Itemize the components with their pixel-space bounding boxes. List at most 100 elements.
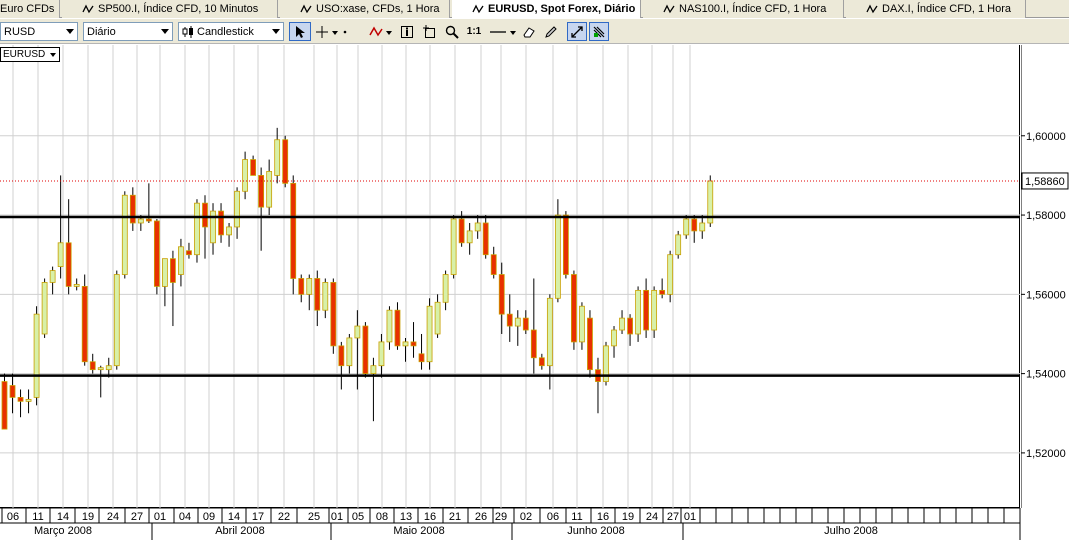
candle-body (306, 278, 313, 295)
time-tick-label: 13 (400, 511, 412, 523)
add-chart-button[interactable] (420, 22, 438, 41)
time-tick-label: 27 (131, 511, 143, 523)
candle-body (506, 313, 513, 327)
price-chart[interactable] (0, 45, 1020, 508)
time-tick-label: 05 (352, 511, 364, 523)
tab-1[interactable]: SP500.I, Índice CFD, 10 Minutos (62, 0, 278, 18)
timeframe-select[interactable]: Diário (83, 22, 173, 41)
candle-body (17, 397, 24, 402)
candle-body (394, 309, 401, 347)
price-axis[interactable]: 1,52000 1,54000 1,56000 1,58000 1,60000 1,588… (1020, 45, 1069, 508)
time-tick-label: 01 (684, 511, 696, 523)
indicator-icon (369, 25, 392, 36)
time-tick-label: 25 (308, 511, 320, 523)
autoscroll-icon (571, 25, 583, 38)
chart-type-select[interactable]: Candlestick (178, 22, 284, 41)
zoom-reset-button[interactable]: 1:1 (465, 22, 483, 41)
candle-body (178, 246, 184, 275)
price-axis-canvas: 1,52000 1,54000 1,56000 1,58000 1,60000 1,588… (1020, 45, 1069, 508)
candle-body (659, 289, 666, 295)
candle-body (667, 254, 674, 295)
candle-body (298, 278, 305, 295)
cursor-tool-button[interactable] (289, 22, 311, 41)
symbol-badge-label: EURUSD (3, 49, 46, 60)
candle-body (554, 214, 561, 299)
tab-label: DAX.I, Índice CFD, 1 Hora (882, 3, 1011, 15)
time-tick-label: 01 (331, 511, 343, 523)
candle-body (153, 220, 160, 287)
candle-body (474, 222, 481, 232)
tab-3[interactable]: EURUSD, Spot Forex, Diário (452, 0, 641, 18)
time-tick-label: 14 (57, 511, 69, 523)
candle-body (587, 317, 593, 371)
time-tick-label: 11 (32, 511, 43, 523)
candle-body (691, 218, 698, 232)
month-label: Maio 2008 (393, 525, 444, 537)
candle-body (354, 325, 361, 339)
candle-body (81, 286, 88, 363)
time-axis-canvas: 06 11 14 19 24 27 01 04 09 14 17 22 25 01 05 08 13 16 21 26… (0, 507, 1021, 540)
object-button[interactable] (398, 22, 416, 41)
time-tick-label: 17 (252, 511, 264, 523)
candle-body (49, 270, 56, 283)
chart-canvas (0, 45, 1020, 508)
candle-body (41, 282, 48, 335)
cursor-icon (296, 25, 305, 38)
tab-4[interactable]: NAS100.I, Índice CFD, 1 Hora (643, 0, 844, 18)
crosshair-tool-button[interactable] (314, 22, 340, 41)
candle-body (121, 194, 128, 275)
candle-body (571, 274, 577, 343)
pencil-icon (545, 25, 557, 38)
chart-type-select-value: Candlestick (197, 25, 254, 38)
properties-button[interactable] (542, 22, 560, 41)
month-label: Julho 2008 (824, 525, 878, 537)
month-label: Abril 2008 (215, 525, 265, 537)
month-label: Junho 2008 (567, 525, 625, 537)
symbol-select[interactable]: RUSD (0, 22, 78, 41)
symbol-badge[interactable]: EURUSD (0, 47, 61, 62)
candle-body (627, 317, 633, 335)
candle-body (105, 365, 112, 371)
candle-body (619, 317, 625, 331)
candle-body (530, 329, 537, 359)
candle-body (137, 218, 144, 224)
price-tick-label: 1,54000 (1026, 369, 1066, 381)
candle-body (410, 341, 417, 347)
candle-body (434, 301, 441, 335)
tab-2[interactable]: USO:xase, CFDs, 1 Hora (280, 0, 450, 18)
candle-body (651, 289, 658, 331)
chart-toolbar: RUSD Diário Candlestick 1:1 (0, 19, 1069, 44)
chart-tab-icon (663, 4, 675, 14)
candle-body (234, 190, 240, 228)
autoscroll-button[interactable] (567, 22, 587, 41)
candle-body (362, 325, 369, 375)
time-tick-label: 06 (7, 511, 19, 523)
chart-tab-icon (300, 4, 312, 14)
candle-body (113, 274, 120, 367)
candlestick-icon (182, 26, 193, 38)
tab-label: USO:xase, CFDs, 1 Hora (316, 3, 440, 15)
shift-icon (593, 26, 605, 37)
candle-body (370, 365, 377, 375)
time-axis[interactable]: 06 11 14 19 24 27 01 04 09 14 17 22 25 01 05 08 13 16 21 26… (0, 507, 1069, 540)
zoom-button[interactable] (443, 22, 461, 41)
candle-body (25, 398, 32, 402)
time-tick-label: 16 (424, 511, 436, 523)
time-tick-label: 08 (376, 511, 388, 523)
time-tick-label: 21 (449, 511, 461, 523)
chart-shift-button[interactable] (589, 22, 609, 41)
candle-body (386, 309, 393, 343)
line-tool-button[interactable] (487, 22, 519, 41)
candle-body (266, 171, 273, 208)
tab-5[interactable]: DAX.I, Índice CFD, 1 Hora (846, 0, 1026, 18)
candle-body (282, 139, 289, 184)
candle-body (538, 357, 545, 367)
candle-body (346, 337, 353, 367)
eraser-button[interactable] (520, 22, 538, 41)
tab-0[interactable]: Euro CFDs (0, 0, 60, 18)
time-tick-label: 22 (278, 511, 290, 523)
toolbar-separator (342, 22, 347, 41)
indicator-button[interactable] (368, 22, 394, 41)
candle-body (579, 305, 585, 343)
time-tick-label: 27 (667, 511, 679, 523)
